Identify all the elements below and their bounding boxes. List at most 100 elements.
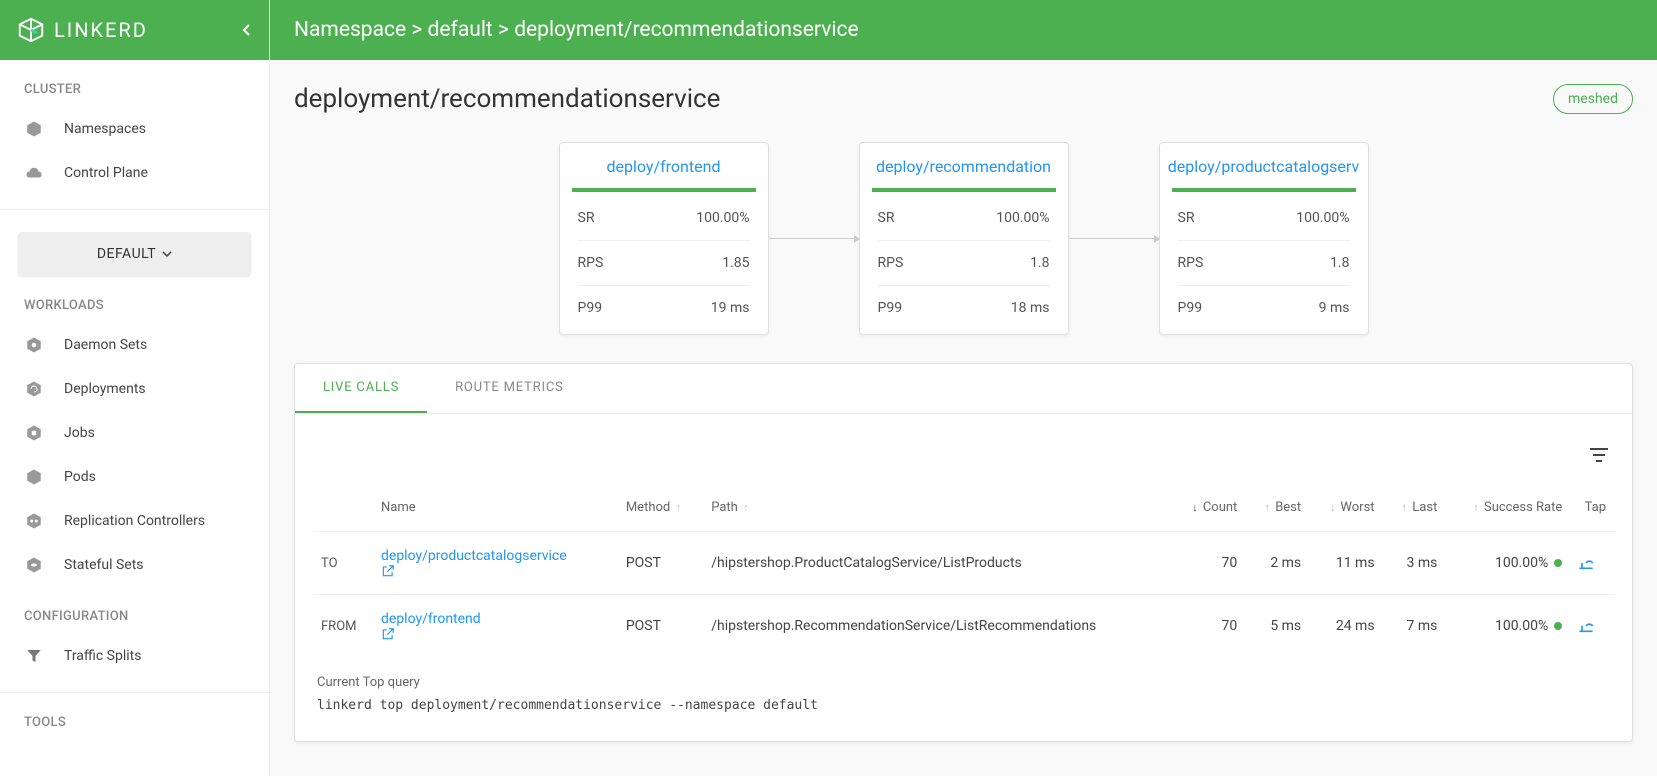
sidebar-item-traffic-splits[interactable]: Traffic Splits <box>0 634 269 678</box>
row-name: deploy/productcatalogservice <box>373 532 618 595</box>
sidebar-item-namespaces[interactable]: Namespaces <box>0 107 269 151</box>
resource-link[interactable]: deploy/productcatalogservice <box>381 548 567 564</box>
sort-asc-icon: ↑ <box>743 501 749 514</box>
row-success: 100.00% <box>1445 532 1570 595</box>
card-sr-value: 100.00% <box>696 210 749 226</box>
filter-icon <box>1590 448 1608 462</box>
main: Namespace > default > deployment/recomme… <box>270 0 1657 776</box>
th-path[interactable]: Path ↑ <box>703 490 1171 532</box>
card-p99-label: P99 <box>578 300 603 316</box>
card-productcatalog[interactable]: deploy/productcatalogserv SR 100.00% RPS 1… <box>1159 142 1369 335</box>
external-link-button[interactable] <box>381 627 610 641</box>
sidebar-item-label: Traffic Splits <box>64 648 141 664</box>
topbar: Namespace > default > deployment/recomme… <box>270 0 1657 60</box>
card-rps-label: RPS <box>578 255 604 271</box>
chevron-left-icon <box>241 23 251 37</box>
tap-button[interactable] <box>1578 619 1606 633</box>
card-p99-value: 9 ms <box>1319 300 1350 316</box>
card-p99-value: 18 ms <box>1011 300 1050 316</box>
row-method: POST <box>618 595 703 658</box>
card-sr-value: 100.00% <box>996 210 1049 226</box>
rc-icon <box>24 511 44 531</box>
row-direction: TO <box>313 532 373 595</box>
th-last[interactable]: ↑ Last <box>1383 490 1446 532</box>
job-icon <box>24 423 44 443</box>
deployment-icon <box>24 379 44 399</box>
card-sr-label: SR <box>878 210 895 226</box>
card-rps-value: 1.8 <box>1330 255 1349 271</box>
row-count: 70 <box>1171 532 1245 595</box>
collapse-sidebar-button[interactable] <box>241 23 251 37</box>
sidebar: LINKERD CLUSTER Namespaces Control Plane… <box>0 0 270 776</box>
sort-asc-icon: ↑ <box>1264 501 1270 514</box>
th-success[interactable]: ↑ Success Rate <box>1445 490 1570 532</box>
card-p99-value: 19 ms <box>711 300 750 316</box>
sidebar-item-daemonsets[interactable]: Daemon Sets <box>0 323 269 367</box>
arrow-connector <box>769 238 859 239</box>
sidebar-header: LINKERD <box>0 0 269 60</box>
sidebar-item-pods[interactable]: Pods <box>0 455 269 499</box>
card-frontend[interactable]: deploy/frontend SR100.00% RPS1.85 P9919 … <box>559 142 769 335</box>
external-link-button[interactable] <box>381 564 610 578</box>
table-row: FROM deploy/frontend POST /hipstershop.R… <box>313 595 1614 658</box>
card-rps-value: 1.85 <box>722 255 749 271</box>
card-sr-value: 100.00% <box>1296 210 1349 226</box>
logo[interactable]: LINKERD <box>16 15 148 45</box>
sidebar-item-label: Pods <box>64 469 96 485</box>
th-tap[interactable]: Tap <box>1570 490 1614 532</box>
success-dot-icon <box>1554 622 1562 630</box>
tab-route-metrics[interactable]: ROUTE METRICS <box>427 364 592 413</box>
topology-cards: deploy/frontend SR100.00% RPS1.85 P9919 … <box>294 142 1633 335</box>
namespace-selector[interactable]: DEFAULT <box>18 232 251 276</box>
section-tools: TOOLS <box>0 693 269 740</box>
sidebar-item-deployments[interactable]: Deployments <box>0 367 269 411</box>
funnel-icon <box>24 646 44 666</box>
card-title: deploy/productcatalogserv <box>1160 143 1368 188</box>
th-best[interactable]: ↑ Best <box>1245 490 1309 532</box>
query-label: Current Top query <box>317 675 1610 690</box>
arrow-connector <box>1069 238 1159 239</box>
card-sr-label: SR <box>1178 210 1195 226</box>
row-worst: 24 ms <box>1309 595 1382 658</box>
card-rps-label: RPS <box>1178 255 1204 271</box>
card-recommendation[interactable]: deploy/recommendation SR100.00% RPS1.8 P… <box>859 142 1069 335</box>
ss-icon <box>24 555 44 575</box>
card-p99-label: P99 <box>1178 300 1203 316</box>
sidebar-item-jobs[interactable]: Jobs <box>0 411 269 455</box>
th-count[interactable]: ↓ Count <box>1171 490 1245 532</box>
logo-text: LINKERD <box>54 18 148 42</box>
th-name[interactable]: Name <box>373 490 618 532</box>
namespace-selector-label: DEFAULT <box>97 246 156 262</box>
card-rps-value: 1.8 <box>1030 255 1049 271</box>
row-count: 70 <box>1171 595 1245 658</box>
resource-link[interactable]: deploy/frontend <box>381 611 481 627</box>
sidebar-item-label: Namespaces <box>64 121 146 137</box>
cloud-icon <box>24 163 44 183</box>
filter-button[interactable] <box>1590 448 1608 462</box>
th-worst[interactable]: ↓ Worst <box>1309 490 1382 532</box>
row-best: 2 ms <box>1245 532 1309 595</box>
sort-asc-icon: ↑ <box>1402 501 1408 514</box>
tab-live-calls[interactable]: LIVE CALLS <box>295 364 427 413</box>
calls-panel: LIVE CALLS ROUTE METRICS Name <box>294 363 1633 742</box>
section-workloads: WORKLOADS <box>0 276 269 323</box>
tap-button[interactable] <box>1578 556 1606 570</box>
row-name: deploy/frontend <box>373 595 618 658</box>
sidebar-item-label: Replication Controllers <box>64 513 205 529</box>
row-path: /hipstershop.ProductCatalogService/ListP… <box>703 532 1171 595</box>
card-sr-label: SR <box>578 210 595 226</box>
caret-down-icon <box>162 251 172 257</box>
sort-desc-icon: ↓ <box>1330 501 1336 514</box>
sidebar-item-statefulsets[interactable]: Stateful Sets <box>0 543 269 587</box>
sidebar-item-rc[interactable]: Replication Controllers <box>0 499 269 543</box>
breadcrumb: Namespace > default > deployment/recomme… <box>294 18 859 42</box>
sidebar-item-control-plane[interactable]: Control Plane <box>0 151 269 195</box>
th-method[interactable]: Method ↑ <box>618 490 703 532</box>
success-dot-icon <box>1554 559 1562 567</box>
row-best: 5 ms <box>1245 595 1309 658</box>
row-last: 3 ms <box>1383 532 1446 595</box>
sort-asc-icon: ↑ <box>1473 501 1479 514</box>
daemonset-icon <box>24 335 44 355</box>
pod-icon <box>24 467 44 487</box>
query-code: linkerd top deployment/recommendationser… <box>317 698 1610 713</box>
